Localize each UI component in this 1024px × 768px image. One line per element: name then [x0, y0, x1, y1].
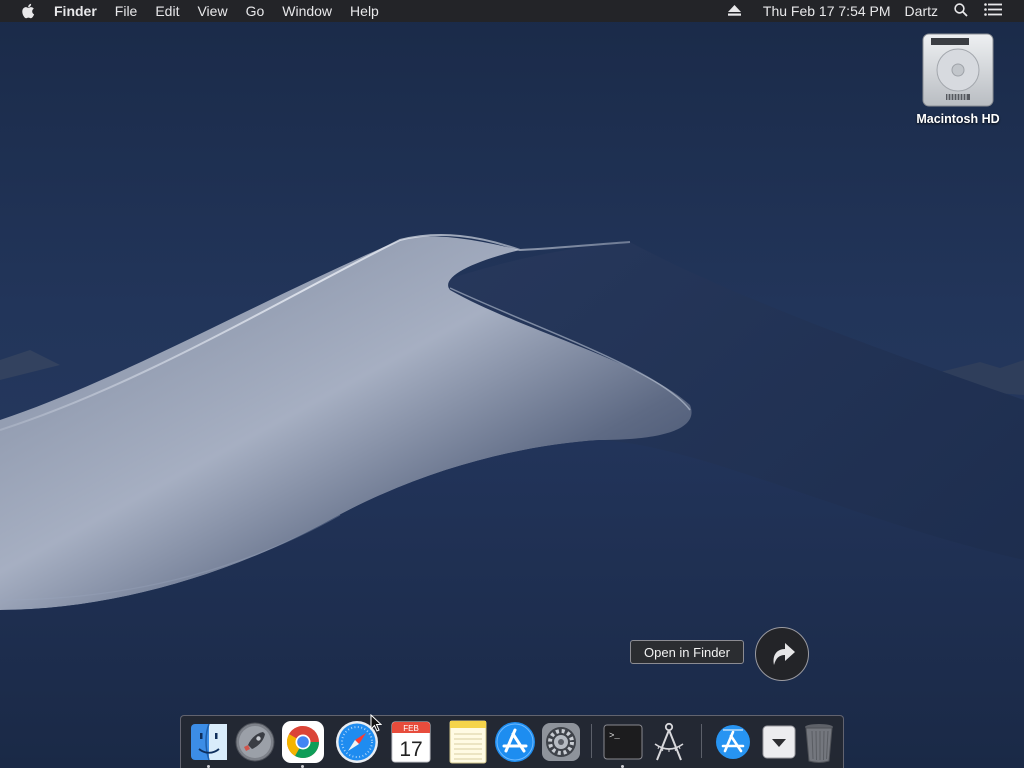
menu-bar: Finder File Edit View Go Window Help Thu…: [0, 0, 1024, 22]
calendar-month: FEB: [403, 724, 419, 733]
share-arrow-icon: [773, 643, 795, 665]
launchpad-rocket-icon: [235, 722, 275, 762]
search-icon[interactable]: [954, 2, 968, 20]
dock-item-launchpad[interactable]: [231, 718, 279, 766]
compass-tool-icon: [654, 722, 684, 761]
menu-go[interactable]: Go: [246, 3, 265, 19]
dock-item-app-store[interactable]: [491, 718, 539, 766]
dock-item-notes[interactable]: [443, 718, 491, 766]
notes-icon: [449, 720, 487, 764]
system-preferences-icon: [542, 723, 580, 761]
eject-icon[interactable]: [727, 3, 741, 19]
menu-help[interactable]: Help: [350, 3, 379, 19]
menu-view[interactable]: View: [197, 3, 227, 19]
menu-window[interactable]: Window: [282, 3, 332, 19]
desktop-wallpaper: [0, 0, 1024, 768]
mouse-cursor-icon: [370, 714, 382, 732]
dock-item-chrome[interactable]: [279, 718, 327, 768]
app-store-icon: [495, 722, 535, 762]
menubar-user[interactable]: Dartz: [905, 3, 938, 19]
menubar-clock[interactable]: Thu Feb 17 7:54 PM: [763, 3, 891, 19]
open-in-finder-button[interactable]: [755, 627, 809, 681]
dock-separator: [701, 724, 702, 758]
calendar-icon: FEB 17: [391, 721, 431, 763]
dock-item-trash[interactable]: [795, 718, 843, 766]
chrome-icon: [282, 721, 324, 763]
dock-separator: [591, 724, 592, 758]
calendar-day: 17: [399, 738, 422, 761]
app-store-folder-icon: [716, 725, 750, 759]
terminal-icon: >_: [603, 724, 643, 760]
dock-item-compass-tool[interactable]: [645, 718, 693, 766]
apple-logo-icon[interactable]: [21, 3, 35, 19]
menu-edit[interactable]: Edit: [155, 3, 179, 19]
dock-item-finder[interactable]: [185, 718, 233, 768]
dock-item-terminal[interactable]: >_: [599, 718, 647, 768]
open-in-finder-tooltip: Open in Finder: [630, 640, 744, 664]
desktop-item-label: Macintosh HD: [916, 112, 1000, 126]
desktop-item-macintosh-hd[interactable]: Macintosh HD: [908, 30, 1008, 126]
terminal-prompt: >_: [609, 731, 620, 741]
menu-file[interactable]: File: [115, 3, 138, 19]
notification-center-icon[interactable]: [984, 3, 1002, 19]
dock-item-applications-folder[interactable]: [709, 718, 757, 766]
dock: FEB 17 >_: [180, 715, 844, 768]
dock-item-system-preferences[interactable]: [537, 718, 585, 766]
dock-item-calendar[interactable]: FEB 17: [387, 718, 435, 766]
finder-icon: [191, 723, 227, 761]
hard-drive-icon: [922, 33, 994, 107]
menu-app-finder[interactable]: Finder: [54, 3, 97, 19]
trash-icon: [805, 724, 833, 763]
